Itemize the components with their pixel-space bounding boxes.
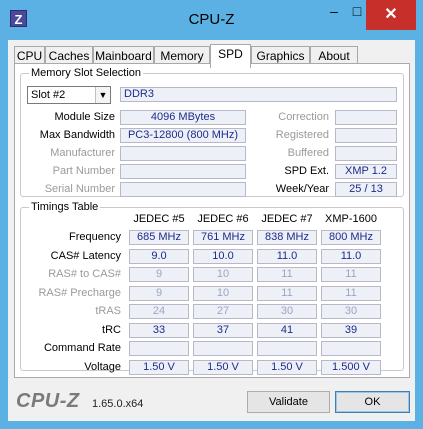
chevron-down-icon[interactable]: ▼ — [95, 87, 110, 103]
timings-group: Timings Table JEDEC #5 JEDEC #6 JEDEC #7 XM… — [20, 201, 404, 375]
manufacturer-label: Manufacturer — [50, 147, 115, 159]
timings-cell: 41 — [257, 322, 317, 338]
cpuz-logo: CPU-Z — [16, 390, 80, 412]
week-year-label: Week/Year — [275, 183, 329, 195]
timings-row-label: tRC — [102, 323, 121, 336]
timings-cell: 11.0 — [257, 248, 317, 264]
timings-cell: 37 — [193, 322, 253, 338]
timings-cell: 10.0 — [193, 248, 253, 264]
timings-cell: 838 MHz — [257, 230, 317, 245]
slot-select[interactable]: Slot #2 ▼ — [27, 86, 111, 104]
manufacturer-value — [120, 146, 246, 161]
close-button[interactable]: ✕ — [366, 0, 416, 30]
spd-page: Memory Slot Selection Slot #2 ▼ DDR3 Mod… — [14, 63, 410, 378]
timings-cell: 11 — [257, 285, 317, 301]
timings-row-label: RAS# to CAS# — [48, 268, 121, 280]
timings-cell: 24 — [129, 304, 189, 319]
timings-cell: 33 — [129, 322, 189, 338]
timings-cell: 9.0 — [129, 248, 189, 264]
timings-cell: 1.500 V — [321, 359, 381, 375]
correction-value — [335, 110, 397, 125]
timings-cell: 800 MHz — [321, 230, 381, 245]
timings-cell: 11 — [321, 285, 381, 301]
timings-cell: 685 MHz — [129, 230, 189, 245]
memory-type-field: DDR3 — [120, 87, 397, 102]
timings-group-title: Timings Table — [29, 201, 101, 213]
timings-cell: 27 — [193, 304, 253, 319]
memory-slot-group: Memory Slot Selection Slot #2 ▼ DDR3 Mod… — [20, 67, 404, 197]
timings-cell: 30 — [321, 304, 381, 319]
timings-cell: 39 — [321, 322, 381, 338]
timings-cell: 11.0 — [321, 248, 381, 264]
timings-column-header: JEDEC #5 — [133, 213, 185, 225]
timings-row-label: RAS# Precharge — [38, 286, 121, 299]
buffered-label: Buffered — [287, 147, 329, 159]
validate-button[interactable]: Validate — [247, 391, 330, 413]
timings-row-label: tRAS — [95, 305, 121, 317]
timings-cell: 9 — [129, 267, 189, 282]
serial-number-label: Serial Number — [44, 183, 115, 195]
spd-ext-label: SPD Ext. — [284, 165, 329, 177]
timings-cell: 761 MHz — [193, 230, 253, 245]
main-window: CPU Caches Mainboard Memory SPD Graphics… — [8, 40, 415, 421]
max-bandwidth-label: Max Bandwidth — [39, 129, 115, 141]
part-number-label: Part Number — [52, 165, 115, 177]
timings-cell: 1.50 V — [129, 359, 189, 375]
timings-cell — [129, 341, 189, 356]
module-size-value: 4096 MBytes — [120, 110, 246, 125]
maximize-button[interactable]: □ — [346, 1, 368, 21]
title-bar: Z CPU-Z – □ ✕ — [0, 0, 423, 40]
timings-cell: 9 — [129, 285, 189, 301]
module-size-label: Module Size — [54, 111, 115, 123]
timings-cell — [193, 341, 253, 356]
spd-ext-value: XMP 1.2 — [335, 164, 397, 179]
timings-row-label: Frequency — [69, 231, 121, 243]
correction-label: Correction — [278, 111, 329, 123]
part-number-value — [120, 164, 246, 179]
registered-label: Registered — [275, 129, 329, 141]
slot-select-value: Slot #2 — [31, 89, 66, 101]
timings-column-header: XMP-1600 — [325, 213, 377, 225]
timings-cell: 10 — [193, 267, 253, 282]
timings-column-header: JEDEC #7 — [261, 213, 313, 225]
week-year-value: 25 / 13 — [335, 182, 397, 197]
timings-cell — [257, 341, 317, 356]
timings-cell: 10 — [193, 285, 253, 301]
timings-cell: 1.50 V — [257, 359, 317, 375]
timings-column-header: JEDEC #6 — [197, 213, 249, 225]
timings-cell: 11 — [321, 267, 381, 282]
timings-cell: 11 — [257, 267, 317, 282]
memory-slot-group-title: Memory Slot Selection — [29, 67, 144, 79]
buffered-value — [335, 146, 397, 161]
timings-row-label: Command Rate — [43, 342, 121, 354]
timings-row-label: Voltage — [84, 360, 121, 373]
registered-value — [335, 128, 397, 143]
version-label: 1.65.0.x64 — [92, 398, 144, 410]
max-bandwidth-value: PC3-12800 (800 MHz) — [120, 128, 246, 143]
timings-row-label: CAS# Latency — [50, 249, 121, 262]
ok-button[interactable]: OK — [335, 391, 410, 413]
serial-number-value — [120, 182, 246, 197]
tab-spd[interactable]: SPD — [210, 44, 251, 68]
timings-cell — [321, 341, 381, 356]
timings-cell: 1.50 V — [193, 359, 253, 375]
timings-cell: 30 — [257, 304, 317, 319]
minimize-button[interactable]: – — [323, 1, 345, 21]
